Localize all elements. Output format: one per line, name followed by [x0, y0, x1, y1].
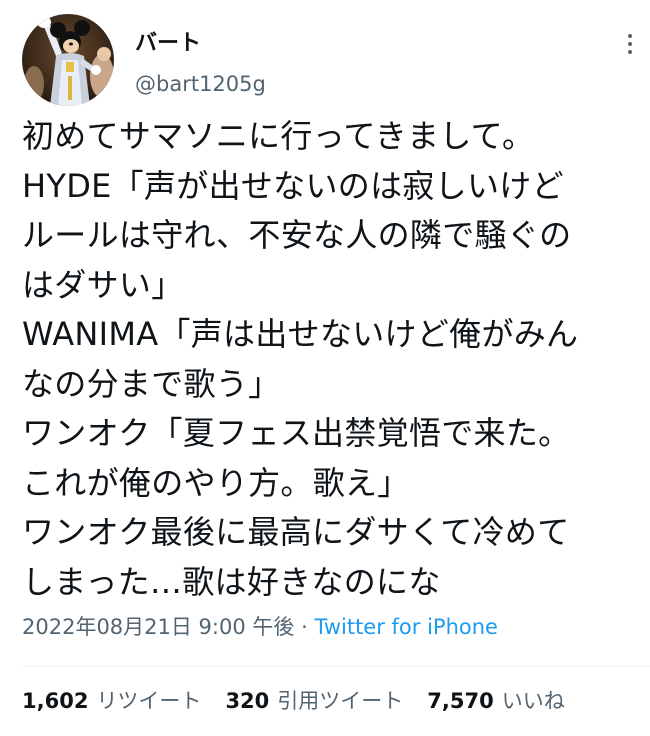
- display-name[interactable]: バート: [135, 30, 201, 58]
- meta-separator: ·: [301, 615, 308, 639]
- likes-stat[interactable]: 7,570 いいね: [427, 686, 564, 716]
- tweet-meta: 2022年08月21日 9:00 午後 · Twitter for iPhone: [22, 612, 498, 642]
- tweet-detail: バート @bart1205g 初めてサマソニに行ってきまして。 HYDE「声が出…: [0, 0, 650, 736]
- tweet-line: ワンオク「夏フェス出禁覚悟で来た。: [22, 414, 571, 452]
- retweets-label: リツイート: [96, 689, 202, 713]
- avatar[interactable]: [22, 14, 114, 106]
- quotes-label: 引用ツイート: [277, 689, 404, 713]
- user-handle[interactable]: @bart1205g: [135, 70, 266, 98]
- tweet-line: はダサい」: [22, 265, 184, 304]
- retweets-stat[interactable]: 1,602 リツイート: [22, 686, 201, 716]
- tweet-stats: 1,602 リツイート 320 引用ツイート 7,570 いいね: [22, 686, 589, 716]
- retweets-count: 1,602: [22, 689, 89, 713]
- mickey-avatar-icon: [22, 14, 114, 106]
- tweet-line: ワンオク最後に最高にダサくて冷めて: [22, 513, 570, 551]
- more-options-button[interactable]: [612, 26, 648, 62]
- tweet-line: なの分まで歌う」: [22, 364, 281, 403]
- tweet-line: これが俺のやり方。歌え」: [22, 463, 410, 502]
- tweet-line: WANIMA「声は出せないけど俺がみん: [22, 315, 579, 353]
- divider: [22, 666, 650, 667]
- tweet-line: ルールは守れ、不安な人の隣で騒ぐの: [22, 216, 572, 254]
- quotes-count: 320: [225, 689, 270, 713]
- likes-label: いいね: [501, 689, 565, 713]
- tweet-line: しまった…歌は好きなのにな: [22, 562, 441, 601]
- tweet-line: HYDE「声が出せないのは寂しいけど: [22, 166, 564, 205]
- more-vertical-icon: [628, 34, 632, 54]
- likes-count: 7,570: [427, 689, 494, 713]
- timestamp[interactable]: 2022年08月21日 9:00 午後: [22, 615, 294, 639]
- tweet-line: 初めてサマソニに行ってきまして。: [22, 117, 535, 155]
- tweet-text: 初めてサマソニに行ってきまして。 HYDE「声が出せないのは寂しいけど ルールは…: [22, 112, 647, 607]
- source-link[interactable]: Twitter for iPhone: [314, 615, 498, 639]
- quotes-stat[interactable]: 320 引用ツイート: [225, 686, 403, 716]
